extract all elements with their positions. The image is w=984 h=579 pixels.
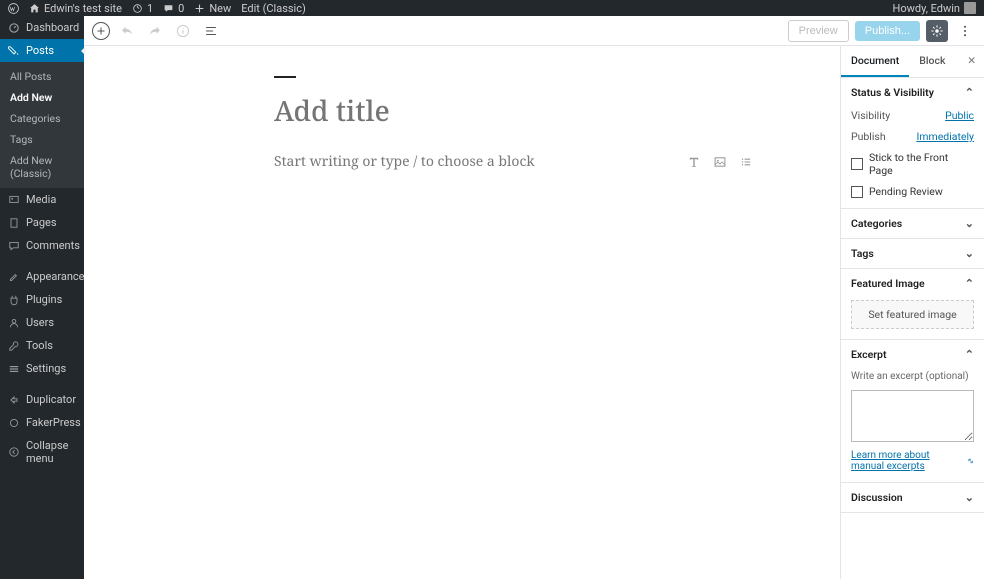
more-menu-button[interactable] [954,20,976,42]
sidebar-item-comments[interactable]: Comments [0,234,84,257]
sidebar-item-pages[interactable]: Pages [0,211,84,234]
admin-bar: Edwin's test site 1 0 New Edit (Classic)… [0,0,984,16]
insert-list-icon[interactable] [738,154,754,170]
panel-status-header[interactable]: Status & Visibility⌃ [841,78,984,107]
wp-logo[interactable] [8,3,19,14]
pending-checkbox[interactable]: Pending Review [851,185,974,198]
chevron-down-icon: ⌄ [965,247,974,260]
publish-value-link[interactable]: Immediately [916,130,974,143]
excerpt-learn-link[interactable]: Learn more about manual excerpts [851,450,974,472]
comments-link[interactable]: 0 [163,2,184,15]
edit-classic-link[interactable]: Edit (Classic) [241,2,306,15]
publish-label: Publish [851,130,886,143]
editor-canvas[interactable]: Start writing or type / to choose a bloc… [84,46,840,579]
excerpt-label: Write an excerpt (optional) [851,371,974,382]
new-content-link[interactable]: New [194,2,231,15]
settings-toggle-button[interactable] [926,20,948,42]
set-featured-image-button[interactable]: Set featured image [851,300,974,329]
sidebar-item-posts[interactable]: Posts [0,39,84,62]
howdy-link[interactable]: Howdy, Edwin [893,2,976,15]
panel-categories-header[interactable]: Categories⌄ [841,209,984,238]
comments-count: 0 [178,2,184,15]
info-button[interactable] [172,20,194,42]
sidebar-item-tools[interactable]: Tools [0,334,84,357]
sidebar-item-users[interactable]: Users [0,311,84,334]
sidebar-item-duplicator[interactable]: Duplicator [0,388,84,411]
visibility-value-link[interactable]: Public [945,109,974,122]
editor-main: Preview Publish... Start writing or type… [84,16,984,579]
submenu-add-classic[interactable]: Add New (Classic) [0,150,84,184]
stick-checkbox[interactable]: Stick to the Front Page [851,151,974,177]
posts-submenu: All Posts Add New Categories Tags Add Ne… [0,62,84,188]
site-name-link[interactable]: Edwin's test site [29,2,122,15]
excerpt-textarea[interactable] [851,390,974,442]
panel-tags-header[interactable]: Tags⌄ [841,239,984,268]
insert-text-icon[interactable] [686,154,702,170]
paragraph-placeholder[interactable]: Start writing or type / to choose a bloc… [274,152,535,171]
undo-button[interactable] [116,20,138,42]
panel-discussion-header[interactable]: Discussion⌄ [841,483,984,512]
sidebar-item-fakerpress[interactable]: FakerPress [0,411,84,434]
avatar [964,2,976,14]
submenu-tags[interactable]: Tags [0,129,84,150]
new-label: New [209,2,231,15]
insert-image-icon[interactable] [712,154,728,170]
settings-sidebar: Document Block ✕ Status & Visibility⌃ Vi… [840,46,984,579]
submenu-add-new[interactable]: Add New [0,87,84,108]
redo-button[interactable] [144,20,166,42]
submenu-categories[interactable]: Categories [0,108,84,129]
admin-sidebar: Dashboard Posts All Posts Add New Catego… [0,16,84,579]
panel-featured-header[interactable]: Featured Image⌃ [841,269,984,298]
chevron-up-icon: ⌃ [965,348,974,361]
site-name: Edwin's test site [44,2,122,15]
external-link-icon [967,456,974,466]
preview-button[interactable]: Preview [788,20,849,42]
sidebar-item-dashboard[interactable]: Dashboard [0,16,84,39]
close-settings-button[interactable]: ✕ [959,46,984,77]
chevron-down-icon: ⌄ [965,217,974,230]
submenu-all-posts[interactable]: All Posts [0,66,84,87]
sidebar-item-appearance[interactable]: Appearance [0,265,84,288]
sidebar-item-plugins[interactable]: Plugins [0,288,84,311]
tab-block[interactable]: Block [909,46,955,77]
panel-excerpt-header[interactable]: Excerpt⌃ [841,340,984,369]
sidebar-item-settings[interactable]: Settings [0,357,84,380]
visibility-label: Visibility [851,109,890,122]
title-rule [274,76,296,78]
collapse-menu[interactable]: Collapse menu [0,434,84,470]
editor-toolbar: Preview Publish... [84,16,984,46]
tab-document[interactable]: Document [841,46,909,77]
updates-count: 1 [147,2,153,15]
post-title-input[interactable] [274,92,754,130]
sidebar-item-media[interactable]: Media [0,188,84,211]
publish-button[interactable]: Publish... [855,21,920,41]
add-block-button[interactable] [92,22,110,40]
block-navigation-button[interactable] [200,20,222,42]
chevron-down-icon: ⌄ [965,491,974,504]
chevron-up-icon: ⌃ [965,277,974,290]
chevron-up-icon: ⌃ [965,86,974,99]
updates-link[interactable]: 1 [132,2,153,15]
